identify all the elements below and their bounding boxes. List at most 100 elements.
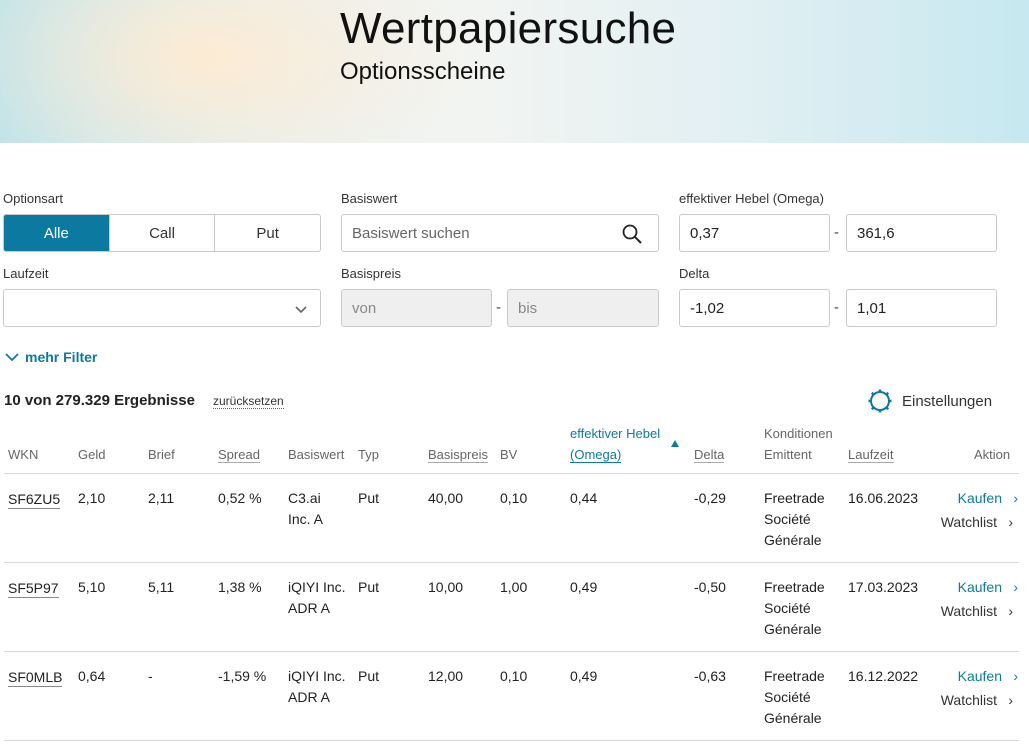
emittent-cell-line3: Générale <box>764 621 822 637</box>
sort-ascending-icon <box>671 440 679 447</box>
basispreis-separator: - <box>496 299 501 316</box>
brief-cell: - <box>148 668 153 684</box>
col-header-spread[interactable]: Spread <box>218 447 260 463</box>
kaufen-link[interactable]: Kaufen <box>958 488 1002 509</box>
row-divider <box>4 740 1019 741</box>
emittent-cell-line3: Générale <box>764 710 822 726</box>
settings-label: Einstellungen <box>902 392 993 410</box>
wkn-link[interactable]: SF0MLB <box>8 669 63 687</box>
chevron-right-icon: › <box>1013 668 1018 684</box>
col-header-hebel-line2[interactable]: (Omega) <box>570 447 622 463</box>
basispreis-cell: 40,00 <box>428 490 464 506</box>
laufzeit-label: Laufzeit <box>3 266 49 281</box>
chevron-right-icon: › <box>1008 603 1013 619</box>
optionsart-call-button[interactable]: Call <box>108 215 215 251</box>
basiswert-placeholder: Basiswert suchen <box>352 224 470 242</box>
results-count: 10 von 279.329 Ergebnisse <box>4 392 195 409</box>
delta-cell: -0,29 <box>694 490 726 506</box>
delta-to-input[interactable]: 1,01 <box>846 289 997 327</box>
watchlist-link[interactable]: Watchlist <box>941 512 997 533</box>
typ-cell: Put <box>358 668 380 684</box>
col-header-aktion: Aktion <box>974 447 1011 462</box>
chevron-right-icon: › <box>1013 490 1018 506</box>
laufzeit-cell: 17.03.2023 <box>848 579 919 595</box>
col-header-hebel-line1[interactable]: effektiver Hebel <box>570 423 660 444</box>
basiswert-label: Basiswert <box>341 191 398 206</box>
chevron-down-icon <box>5 353 19 362</box>
basiswert-cell-line1: C3.ai <box>288 490 321 506</box>
typ-cell: Put <box>358 490 380 506</box>
wkn-link[interactable]: SF5P97 <box>8 580 59 598</box>
delta-label: Delta <box>679 266 710 281</box>
basiswert-cell-line1: iQIYI Inc. <box>288 579 346 595</box>
basiswert-cell-line2: Inc. A <box>288 511 324 527</box>
settings-button[interactable]: Einstellungen <box>868 389 992 413</box>
col-header-geld: Geld <box>78 447 106 462</box>
emittent-cell-line3: Générale <box>764 532 822 548</box>
settings-gear-icon <box>868 389 892 413</box>
geld-cell: 0,64 <box>78 668 106 684</box>
optionsart-put-button[interactable]: Put <box>214 215 320 251</box>
delta-cell: -0,63 <box>694 668 726 684</box>
col-header-delta[interactable]: Delta <box>694 447 725 463</box>
hebel-label: effektiver Hebel (Omega) <box>679 191 824 206</box>
brief-cell: 5,11 <box>148 579 175 595</box>
hebel-to-input[interactable]: 361,6 <box>846 214 997 252</box>
basispreis-from-input[interactable]: von <box>341 289 492 327</box>
hebel-cell: 0,44 <box>570 490 598 506</box>
chevron-down-icon <box>295 306 307 314</box>
watchlist-link[interactable]: Watchlist <box>941 601 997 622</box>
hebel-cell: 0,49 <box>570 668 598 684</box>
col-header-wkn: WKN <box>8 447 39 462</box>
watchlist-link[interactable]: Watchlist <box>941 690 997 711</box>
delta-from-input[interactable]: -1,02 <box>679 289 830 327</box>
delta-cell: -0,50 <box>694 579 726 595</box>
col-header-basispreis[interactable]: Basispreis <box>428 447 488 463</box>
row-divider <box>4 651 1019 652</box>
hebel-from-input[interactable]: 0,37 <box>679 214 830 252</box>
col-header-bv: BV <box>500 447 518 462</box>
optionsart-alle-button[interactable]: Alle <box>4 215 109 251</box>
brief-cell: 2,11 <box>148 490 175 506</box>
kaufen-link[interactable]: Kaufen <box>958 577 1002 598</box>
geld-cell: 2,10 <box>78 490 106 506</box>
emittent-cell-line1: Freetrade <box>764 668 825 684</box>
emittent-cell-line1: Freetrade <box>764 490 825 506</box>
laufzeit-cell: 16.12.2022 <box>848 668 919 684</box>
emittent-cell-line2: Société <box>764 600 811 616</box>
basiswert-search-input[interactable]: Basiswert suchen <box>341 214 659 252</box>
col-header-laufzeit[interactable]: Laufzeit <box>848 447 894 463</box>
basispreis-cell: 10,00 <box>428 579 464 595</box>
bv-cell: 1,00 <box>500 579 528 595</box>
laufzeit-select[interactable] <box>3 289 321 327</box>
emittent-cell-line2: Société <box>764 689 811 705</box>
optionsart-toggle: Alle Call Put <box>3 214 321 252</box>
kaufen-link[interactable]: Kaufen <box>958 666 1002 687</box>
page-title: Wertpapiersuche <box>340 4 677 53</box>
col-header-konditionen: Konditionen <box>764 426 833 441</box>
laufzeit-cell: 16.06.2023 <box>848 490 919 506</box>
row-divider <box>4 562 1019 563</box>
search-icon[interactable] <box>622 224 642 244</box>
basispreis-to-input[interactable]: bis <box>507 289 659 327</box>
more-filters-toggle[interactable]: mehr Filter <box>5 349 97 365</box>
col-header-basiswert: Basiswert <box>288 447 345 462</box>
emittent-cell-line2: Société <box>764 511 811 527</box>
basispreis-label: Basispreis <box>341 266 401 281</box>
col-header-typ: Typ <box>358 447 379 462</box>
more-filters-label: mehr Filter <box>25 349 98 365</box>
col-header-brief: Brief <box>148 447 175 462</box>
delta-separator: - <box>834 299 839 316</box>
table-header-divider <box>4 473 1019 474</box>
hebel-separator: - <box>834 224 839 241</box>
basiswert-cell-line2: ADR A <box>288 600 331 616</box>
geld-cell: 5,10 <box>78 579 106 595</box>
page-subtitle: Optionsscheine <box>340 58 506 85</box>
optionsart-label: Optionsart <box>3 191 63 206</box>
chevron-right-icon: › <box>1008 514 1013 530</box>
spread-cell: 1,38 % <box>218 579 262 595</box>
reset-link[interactable]: zurücksetzen <box>213 394 284 409</box>
hero-banner: Wertpapiersuche Optionsscheine <box>0 0 1029 143</box>
wkn-link[interactable]: SF6ZU5 <box>8 491 61 509</box>
basispreis-cell: 12,00 <box>428 668 464 684</box>
